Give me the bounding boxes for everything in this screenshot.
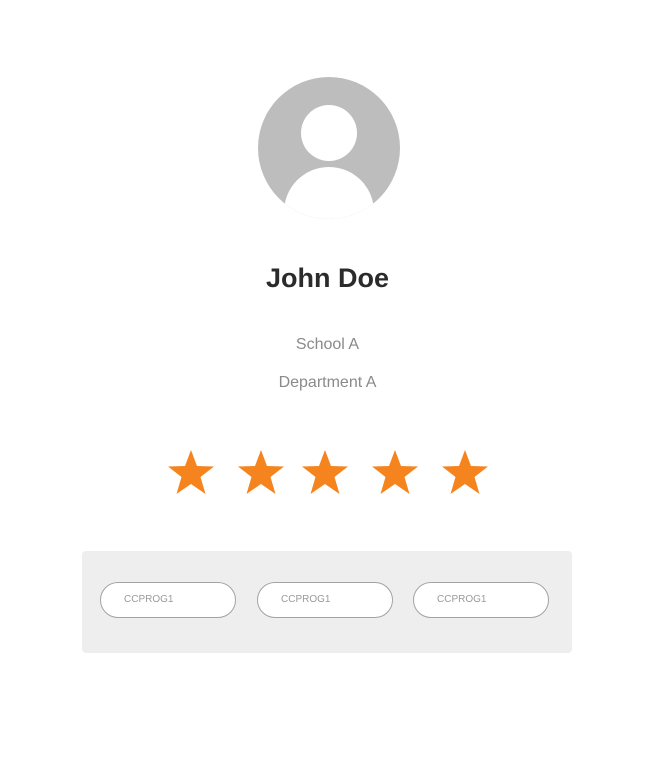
course-chip[interactable]: CCPROG1: [257, 582, 393, 618]
star-icon: [372, 450, 418, 494]
avatar-body-shape: [284, 167, 374, 219]
course-list: CCPROG1 CCPROG1 CCPROG1: [82, 551, 572, 653]
profile-department: Department A: [278, 374, 377, 391]
profile-name: John Doe: [265, 263, 389, 293]
course-chip[interactable]: CCPROG1: [100, 582, 236, 618]
star-icon: [168, 450, 214, 494]
star-icon: [238, 450, 284, 494]
star-icon: [442, 450, 488, 494]
star-icon: [302, 450, 348, 494]
course-chip[interactable]: CCPROG1: [413, 582, 549, 618]
profile-school: School A: [295, 336, 360, 353]
star-rating: [0, 448, 655, 500]
avatar-head-shape: [301, 105, 357, 161]
avatar: [258, 77, 400, 219]
